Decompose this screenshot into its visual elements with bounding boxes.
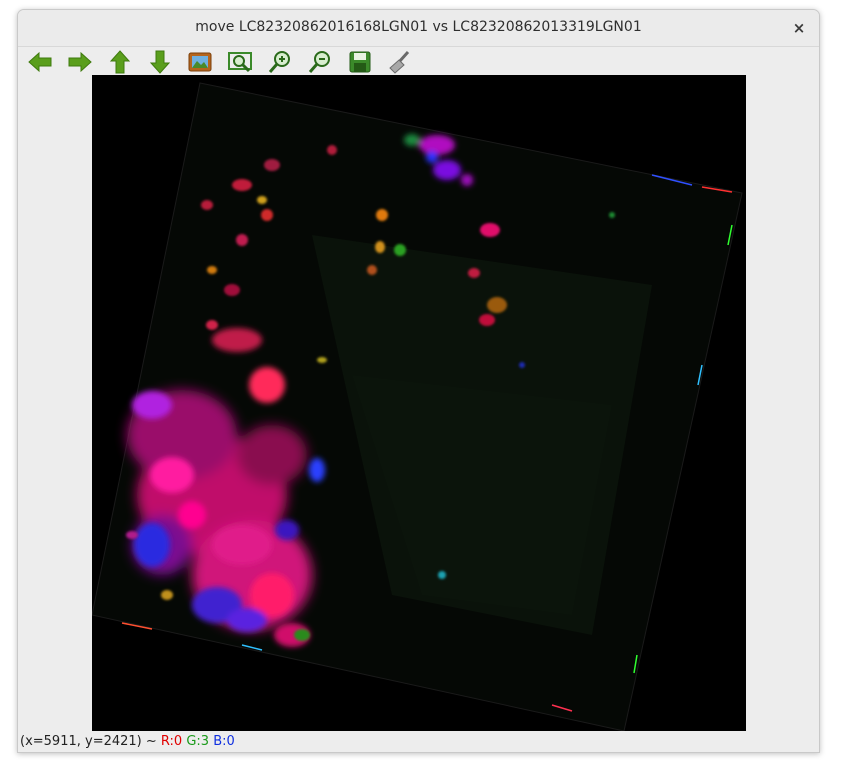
status-bar: (x=5911, y=2421) ~ R:0 G:3 B:0 bbox=[20, 734, 235, 752]
up-button[interactable] bbox=[107, 49, 133, 75]
up-arrow-icon bbox=[109, 50, 131, 74]
satellite-change-image bbox=[92, 75, 746, 731]
back-button[interactable] bbox=[27, 49, 53, 75]
zoom-fit-button[interactable] bbox=[227, 49, 253, 75]
zoom-in-button[interactable] bbox=[267, 49, 293, 75]
green-value: G:3 bbox=[186, 734, 210, 749]
red-value: R:0 bbox=[160, 734, 183, 749]
image-frame-icon bbox=[188, 52, 212, 72]
zoom-out-icon bbox=[308, 51, 330, 73]
app-window: move LC82320862016168LGN01 vs LC82320862… bbox=[17, 9, 820, 753]
forward-arrow-icon bbox=[68, 51, 92, 73]
title-bar[interactable]: move LC82320862016168LGN01 vs LC82320862… bbox=[18, 10, 819, 47]
clear-brush-icon bbox=[389, 50, 410, 74]
forward-button[interactable] bbox=[67, 49, 93, 75]
blue-value: B:0 bbox=[213, 734, 235, 749]
save-button[interactable] bbox=[347, 49, 373, 75]
close-button[interactable]: × bbox=[789, 18, 809, 38]
zoom-in-icon bbox=[268, 51, 290, 73]
back-arrow-icon bbox=[28, 51, 52, 73]
down-arrow-icon bbox=[149, 50, 171, 74]
clear-button[interactable] bbox=[387, 49, 413, 75]
image-viewport[interactable] bbox=[92, 75, 746, 731]
window-title: move LC82320862016168LGN01 vs LC82320862… bbox=[195, 19, 642, 35]
zoom-out-button[interactable] bbox=[307, 49, 333, 75]
down-button[interactable] bbox=[147, 49, 173, 75]
image-button[interactable] bbox=[187, 49, 213, 75]
cursor-coordinates: (x=5911, y=2421) ~ bbox=[20, 734, 161, 749]
zoom-fit-icon bbox=[228, 52, 252, 73]
save-icon bbox=[349, 51, 371, 73]
toolbar bbox=[18, 47, 819, 75]
